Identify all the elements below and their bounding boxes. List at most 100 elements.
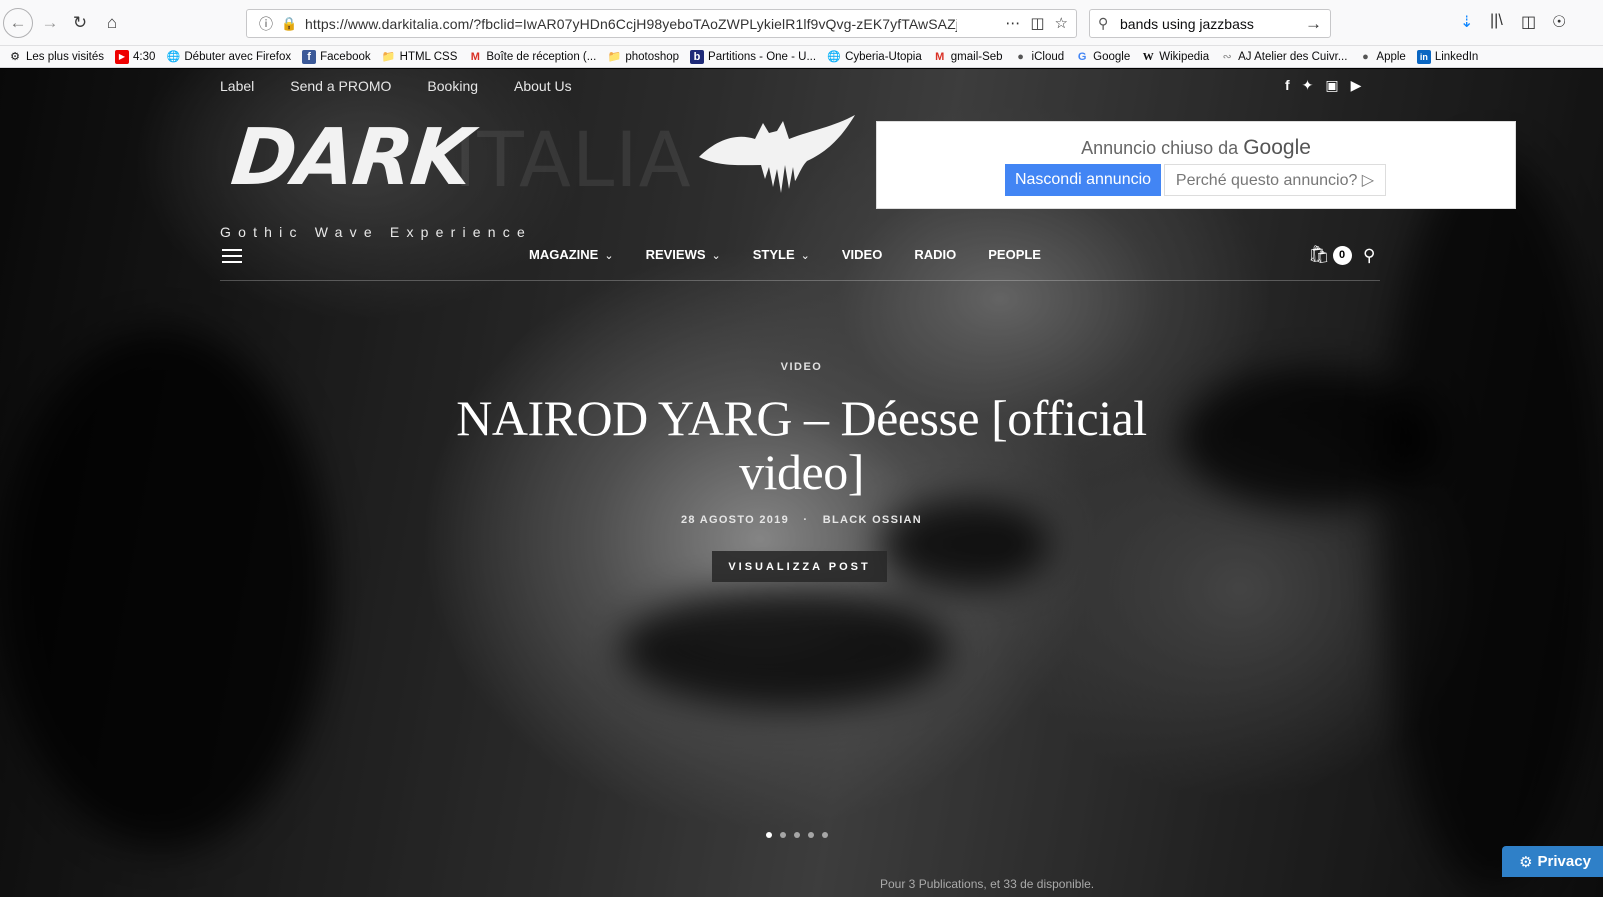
globe-icon: 🌐 xyxy=(166,50,181,63)
hero-author[interactable]: BLACK OSSIAN xyxy=(823,514,922,526)
bookmark-item[interactable]: M Boîte de réception (... xyxy=(468,50,597,64)
lock-icon[interactable]: 🔒 xyxy=(281,16,297,32)
slider-dots xyxy=(766,832,828,838)
social-links: f ✦ ▣ ▶ xyxy=(1285,77,1361,94)
logo-italia-text: ITALIA xyxy=(454,115,692,204)
url-bar[interactable]: ⓘ 🔒 https://www.darkitalia.com/?fbclid=I… xyxy=(246,9,1077,38)
youtube-icon[interactable]: ▶ xyxy=(1351,77,1362,94)
folder-icon: 📁 xyxy=(607,50,622,63)
cart-button[interactable]: 🛍 0 xyxy=(1308,245,1352,265)
nav-people[interactable]: PEOPLE xyxy=(988,247,1041,262)
hamburger-menu-icon[interactable] xyxy=(222,249,242,263)
sidebar-icon[interactable]: ◫ xyxy=(1521,12,1536,32)
go-icon[interactable]: → xyxy=(1305,14,1322,34)
logo-dark-text: DARK xyxy=(227,113,475,203)
forward-icon[interactable]: → xyxy=(36,9,64,37)
globe-icon: 🌐 xyxy=(827,50,841,63)
bookmark-item[interactable]: ▶ 4:30 xyxy=(114,49,155,64)
why-this-ad-button[interactable]: Perché questo annuncio? ▷ xyxy=(1164,164,1386,196)
url-text[interactable]: https://www.darkitalia.com/?fbclid=IwAR0… xyxy=(305,16,957,32)
hero-category[interactable]: VIDEO xyxy=(0,361,1603,373)
web-page: Label Send a PROMO Booking About Us f ✦ … xyxy=(0,69,1603,897)
account-icon[interactable]: ☉ xyxy=(1552,12,1566,32)
nav-video[interactable]: VIDEO xyxy=(842,247,882,262)
bookmark-icon: b xyxy=(690,49,705,64)
bookmark-item[interactable]: W Wikipedia xyxy=(1141,50,1209,64)
twitter-icon[interactable]: ✦ xyxy=(1302,77,1314,94)
ad-closed-text: Annuncio chiuso da Google xyxy=(1081,136,1311,159)
top-nav-about-us[interactable]: About Us xyxy=(514,78,572,94)
privacy-button[interactable]: ⚙ Privacy xyxy=(1502,846,1603,877)
main-nav-items: MAGAZINE ⌄ REVIEWS ⌄ STYLE ⌄ VIDEO RADIO PE… xyxy=(529,247,1041,262)
bookmark-item[interactable]: ⚙ Les plus visités xyxy=(8,50,104,64)
bookmark-item[interactable]: 🌐 Débuter avec Firefox xyxy=(166,50,292,64)
slider-dot[interactable] xyxy=(822,832,828,838)
chevron-down-icon: ⌄ xyxy=(711,250,721,262)
gmail-icon: M xyxy=(935,50,945,63)
top-nav-booking[interactable]: Booking xyxy=(427,78,478,94)
meta-separator: · xyxy=(803,514,809,526)
gmail-icon: M xyxy=(470,50,480,63)
bat-logo-icon xyxy=(699,115,855,193)
nav-radio[interactable]: RADIO xyxy=(914,247,956,262)
slider-dot[interactable] xyxy=(808,832,814,838)
ad-closed-box: Annuncio chiuso da Google Nascondi annun… xyxy=(876,121,1516,209)
view-post-button[interactable]: VISUALIZZA POST xyxy=(712,551,887,582)
bookmark-item[interactable]: f Facebook xyxy=(302,49,371,64)
nav-divider xyxy=(220,280,1380,281)
site-logo[interactable]: DARK ITALIA xyxy=(227,109,867,209)
bookmark-item[interactable]: ∾ AJ Atelier des Cuivr... xyxy=(1220,50,1348,64)
main-nav: MAGAZINE ⌄ REVIEWS ⌄ STYLE ⌄ VIDEO RADIO PE… xyxy=(0,245,1603,285)
facebook-icon[interactable]: f xyxy=(1285,77,1290,94)
bookmark-item[interactable]: 🌐 Cyberia-Utopia xyxy=(827,50,922,64)
search-icon: ⚲ xyxy=(1098,15,1109,31)
info-icon[interactable]: ⓘ xyxy=(255,14,277,34)
home-icon[interactable]: ⌂ xyxy=(98,9,126,37)
search-icon[interactable]: ⚲ xyxy=(1363,246,1375,266)
top-nav-send-promo[interactable]: Send a PROMO xyxy=(290,78,391,94)
back-icon[interactable]: ← xyxy=(3,8,33,38)
more-icon[interactable]: ⋯ xyxy=(1005,14,1020,32)
gear-icon: ⚙ xyxy=(1519,853,1533,871)
search-bar[interactable]: ⚲ bands using jazzbass → xyxy=(1089,9,1331,38)
library-icon[interactable]: ||\ xyxy=(1490,12,1503,30)
apple-icon: ● xyxy=(1017,50,1024,63)
bookmark-item[interactable]: b Partitions - One - U... xyxy=(690,49,816,64)
search-query[interactable]: bands using jazzbass xyxy=(1120,16,1305,32)
nav-reviews[interactable]: REVIEWS ⌄ xyxy=(646,247,721,262)
bookmark-item[interactable]: Mgmail-Seb xyxy=(933,50,1002,64)
reload-icon[interactable]: ↻ xyxy=(66,9,94,37)
bookmark-item[interactable]: ● iCloud xyxy=(1014,50,1064,64)
bookmark-item[interactable]: 📁 HTML CSS xyxy=(382,50,458,64)
cart-count-badge: 0 xyxy=(1332,245,1352,265)
below-fold-text: Pour 3 Publications, et 33 de disponible… xyxy=(880,877,1095,891)
hero-meta: 28 AGOSTO 2019 · BLACK OSSIAN xyxy=(0,514,1603,526)
google-logo: Google xyxy=(1243,136,1311,159)
nav-magazine[interactable]: MAGAZINE ⌄ xyxy=(529,247,614,262)
gear-icon: ⚙ xyxy=(10,50,20,63)
chevron-down-icon: ⌄ xyxy=(800,250,810,262)
hide-ad-button[interactable]: Nascondi annuncio xyxy=(1005,164,1161,196)
slider-dot[interactable] xyxy=(794,832,800,838)
bookmark-item[interactable]: G Google xyxy=(1075,50,1130,64)
instagram-icon[interactable]: ▣ xyxy=(1325,77,1338,94)
site-icon: ∾ xyxy=(1222,50,1232,63)
nav-style[interactable]: STYLE ⌄ xyxy=(753,247,810,262)
bookmark-item[interactable]: 📁 photoshop xyxy=(607,50,679,64)
bookmark-item[interactable]: in LinkedIn xyxy=(1416,49,1478,64)
chevron-down-icon: ⌄ xyxy=(604,250,614,262)
bookmark-item[interactable]: ● Apple xyxy=(1358,50,1406,64)
top-nav: Label Send a PROMO Booking About Us xyxy=(220,78,572,94)
top-nav-label[interactable]: Label xyxy=(220,78,254,94)
pocket-icon[interactable]: ◫ xyxy=(1030,14,1044,32)
folder-icon: 📁 xyxy=(381,50,396,63)
browser-toolbar: ← → ↻ ⌂ ⓘ 🔒 https://www.darkitalia.com/?… xyxy=(0,0,1603,46)
download-icon[interactable]: ⇣ xyxy=(1460,12,1473,32)
bookmarks-bar: ⚙ Les plus visités ▶ 4:30 🌐 Débuter avec Fi… xyxy=(0,46,1603,68)
slider-dot[interactable] xyxy=(766,832,772,838)
star-icon[interactable]: ☆ xyxy=(1055,14,1068,32)
apple-icon: ● xyxy=(1362,50,1369,63)
hero-title[interactable]: NAIROD YARG – Déesse [official video] xyxy=(0,391,1603,499)
slider-dot[interactable] xyxy=(780,832,786,838)
hero-date: 28 AGOSTO 2019 xyxy=(680,514,790,526)
